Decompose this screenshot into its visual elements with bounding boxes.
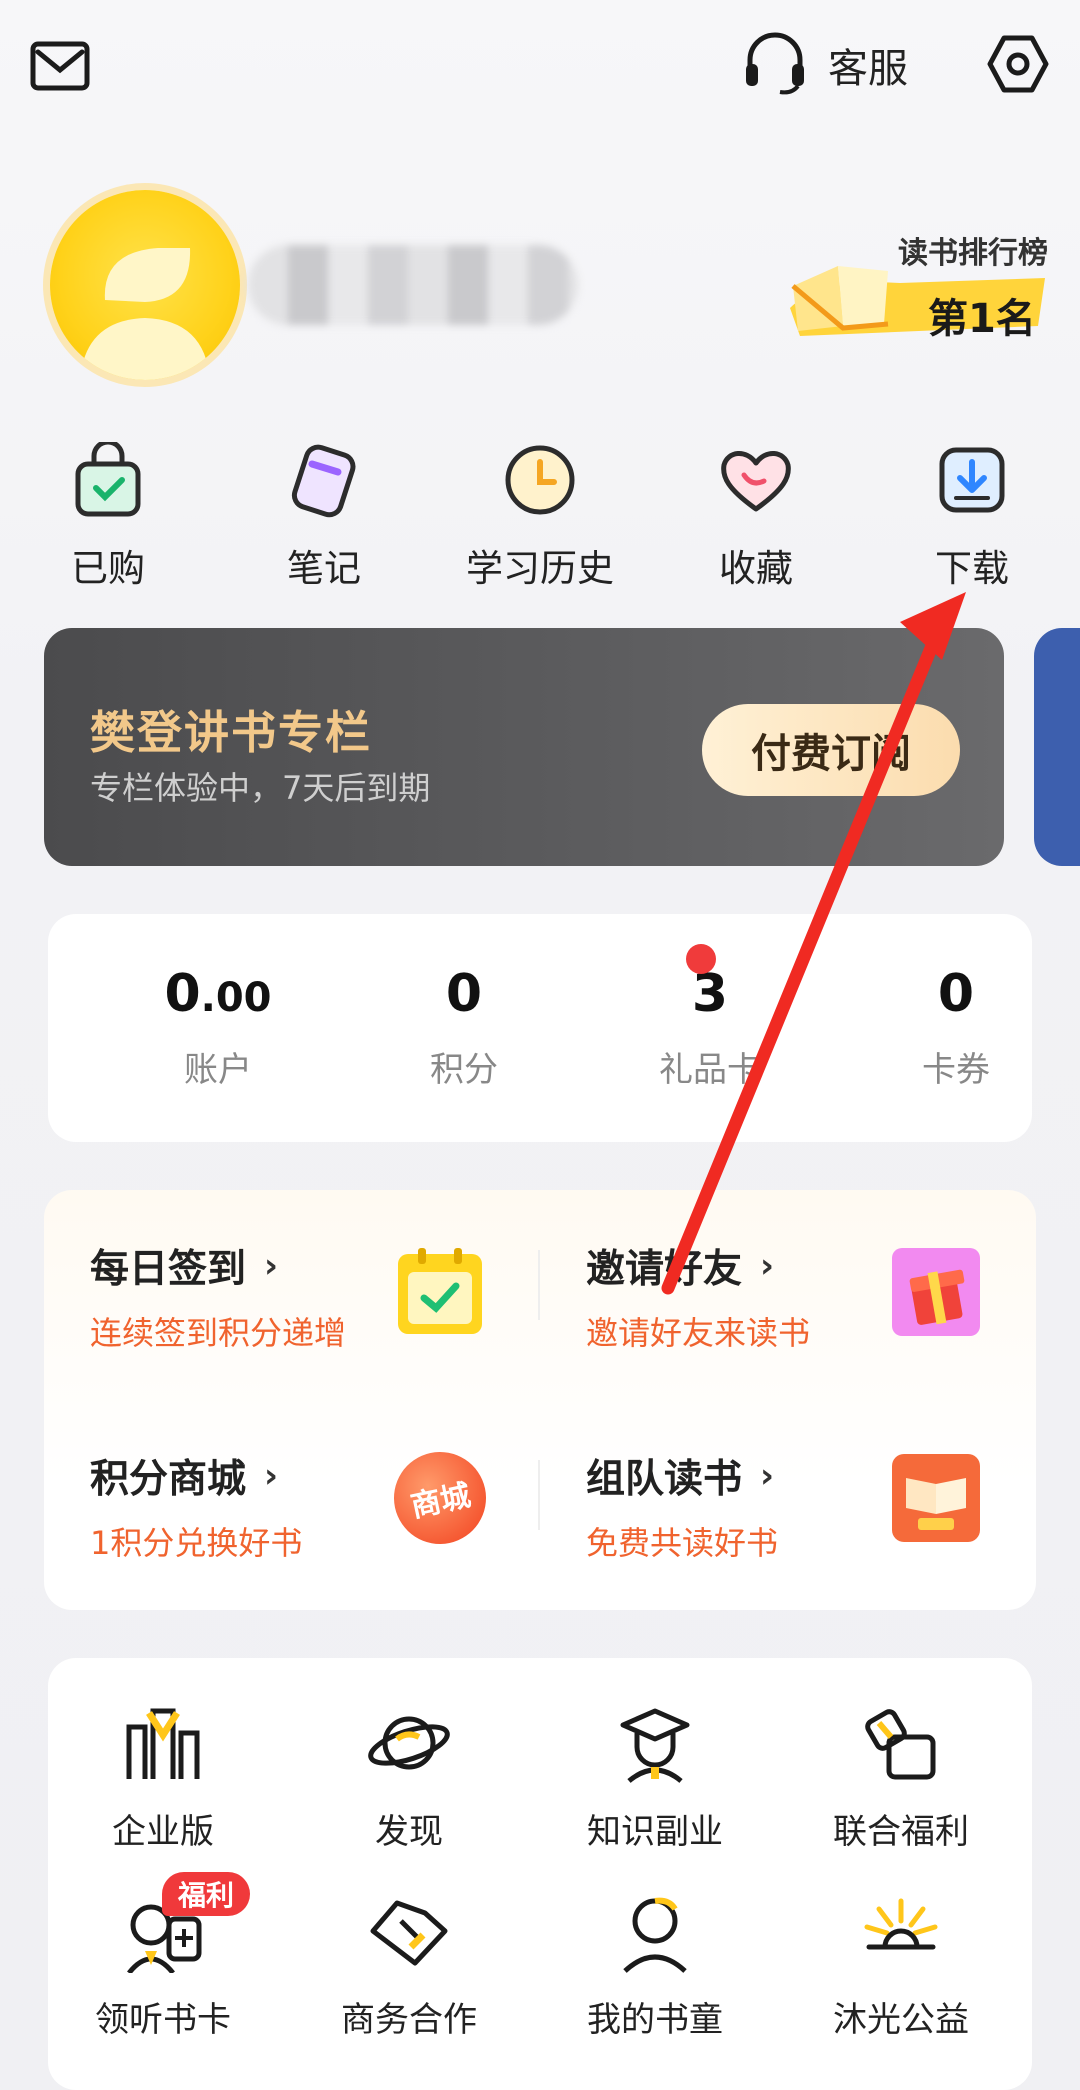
notification-dot — [686, 944, 716, 974]
task-invite-friends[interactable]: 邀请好友 › 邀请好友来读书 — [586, 1238, 810, 1354]
team-book-icon — [890, 1452, 982, 1548]
clock-icon — [500, 440, 580, 520]
stat-account[interactable]: 0.00 账户 — [98, 964, 338, 1091]
service-label: 知识副业 — [587, 1812, 723, 1852]
service-label: 商务合作 — [341, 2000, 477, 2040]
rank-title: 读书排行榜 — [898, 236, 1048, 271]
task-subtitle: 连续签到积分递增 — [90, 1314, 347, 1352]
graduate-icon — [610, 1698, 700, 1788]
chevron-right-icon: › — [264, 1246, 279, 1286]
quick-nav-purchased[interactable]: 已购 — [18, 440, 198, 592]
shopping-bag-icon — [68, 440, 148, 520]
quick-nav-label: 已购 — [71, 547, 145, 590]
stat-label: 礼品卡 — [659, 1050, 761, 1090]
divider — [538, 1460, 540, 1530]
next-card-peek[interactable] — [1034, 628, 1080, 866]
avatar[interactable] — [50, 190, 240, 380]
note-icon — [284, 440, 364, 520]
mall-badge-icon: 商城 — [385, 1443, 495, 1553]
task-points-mall[interactable]: 积分商城 › 1积分兑换好书 — [90, 1448, 302, 1564]
service-muguang-charity[interactable]: 沐光公益 — [786, 1886, 1016, 2041]
enterprise-icon — [118, 1698, 208, 1788]
mail-icon[interactable] — [28, 38, 92, 94]
headset-icon — [740, 30, 810, 100]
task-title: 组队读书 — [586, 1457, 743, 1502]
stat-value-decimal: .00 — [200, 975, 272, 1021]
task-title: 积分商城 — [90, 1457, 247, 1502]
service-business-cooperation[interactable]: 商务合作 — [294, 1886, 524, 2041]
welfare-badge: 福利 — [162, 1872, 251, 1916]
open-book-icon — [791, 266, 889, 331]
service-label: 企业版 — [112, 1812, 214, 1852]
gear-icon[interactable] — [984, 30, 1052, 98]
chevron-right-icon: › — [264, 1456, 279, 1496]
divider — [538, 1250, 540, 1320]
service-my-book-companion[interactable]: 我的书童 — [540, 1886, 770, 2041]
reading-rank-badge[interactable]: 读书排行榜 第1名 — [780, 228, 1050, 343]
quick-nav-download[interactable]: 下载 — [882, 440, 1062, 592]
customer-service-label: 客服 — [828, 46, 908, 92]
student-icon — [610, 1886, 700, 1976]
customer-service-button[interactable]: 客服 — [740, 30, 908, 100]
chevron-right-icon: › — [760, 1456, 775, 1496]
handshake-icon — [364, 1886, 454, 1976]
rank-value: 第1名 — [928, 296, 1036, 342]
username-blurred — [248, 245, 578, 325]
quick-nav-favorites[interactable]: 收藏 — [666, 440, 846, 592]
quick-nav-notes[interactable]: 笔记 — [234, 440, 414, 592]
stat-coupons[interactable]: 0 卡券 — [836, 964, 1076, 1091]
gift-box-icon — [890, 1246, 982, 1342]
column-title: 樊登讲书专栏 — [90, 706, 373, 759]
quick-nav-label: 下载 — [935, 547, 1009, 590]
service-label: 发现 — [375, 1812, 443, 1852]
service-discover[interactable]: 发现 — [294, 1698, 524, 1853]
quick-nav-history[interactable]: 学习历史 — [450, 440, 630, 592]
task-subtitle: 1积分兑换好书 — [90, 1524, 303, 1562]
sunshine-icon — [856, 1886, 946, 1976]
stat-label: 卡券 — [922, 1050, 990, 1090]
download-icon — [932, 440, 1012, 520]
stat-label: 积分 — [430, 1050, 498, 1090]
subscribe-button[interactable]: 付费订阅 — [702, 704, 960, 796]
service-label: 联合福利 — [833, 1812, 969, 1852]
service-enterprise[interactable]: 企业版 — [48, 1698, 278, 1853]
task-daily-checkin[interactable]: 每日签到 › 连续签到积分递增 — [90, 1238, 346, 1354]
service-knowledge-side-job[interactable]: 知识副业 — [540, 1698, 770, 1853]
stat-gift-card[interactable]: 3 礼品卡 — [590, 964, 830, 1091]
tasks-card: 每日签到 › 连续签到积分递增 邀请好友 › 邀请好友来读书 积分商城 › 1积分兑换… — [44, 1190, 1036, 1610]
stat-value: 0 — [445, 964, 483, 1024]
quick-nav-label: 学习历史 — [466, 547, 614, 590]
stat-value: 0 — [164, 964, 201, 1024]
coupon-icon — [856, 1698, 946, 1788]
stats-card: 0.00 账户 0 积分 3 礼品卡 0 卡券 — [48, 914, 1032, 1142]
quick-nav-label: 收藏 — [719, 547, 793, 590]
task-team-reading[interactable]: 组队读书 › 免费共读好书 — [586, 1448, 778, 1564]
service-label: 我的书童 — [587, 2000, 723, 2040]
quick-nav-label: 笔记 — [287, 547, 361, 590]
calendar-check-icon — [394, 1246, 486, 1342]
services-card: 企业版 发现 知识副业 联合福利 领听书卡 福利 商务合作 我的书童 沐光公益 — [48, 1658, 1032, 2090]
heart-icon — [716, 440, 796, 520]
service-label: 领听书卡 — [95, 2000, 231, 2040]
task-subtitle: 免费共读好书 — [586, 1524, 779, 1562]
service-joint-benefits[interactable]: 联合福利 — [786, 1698, 1016, 1853]
stat-points[interactable]: 0 积分 — [344, 964, 584, 1091]
task-subtitle: 邀请好友来读书 — [586, 1314, 811, 1352]
planet-icon — [364, 1698, 454, 1788]
column-card[interactable]: 樊登讲书专栏 专栏体验中，7天后到期 付费订阅 — [44, 628, 1004, 866]
service-label: 沐光公益 — [833, 2000, 969, 2040]
stat-label: 账户 — [184, 1050, 252, 1090]
stat-value: 0 — [937, 964, 975, 1024]
task-title: 邀请好友 — [586, 1247, 743, 1292]
column-subtitle: 专栏体验中，7天后到期 — [90, 769, 431, 807]
mall-badge-text: 商城 — [407, 1478, 474, 1525]
task-title: 每日签到 — [90, 1247, 247, 1292]
chevron-right-icon: › — [760, 1246, 775, 1286]
